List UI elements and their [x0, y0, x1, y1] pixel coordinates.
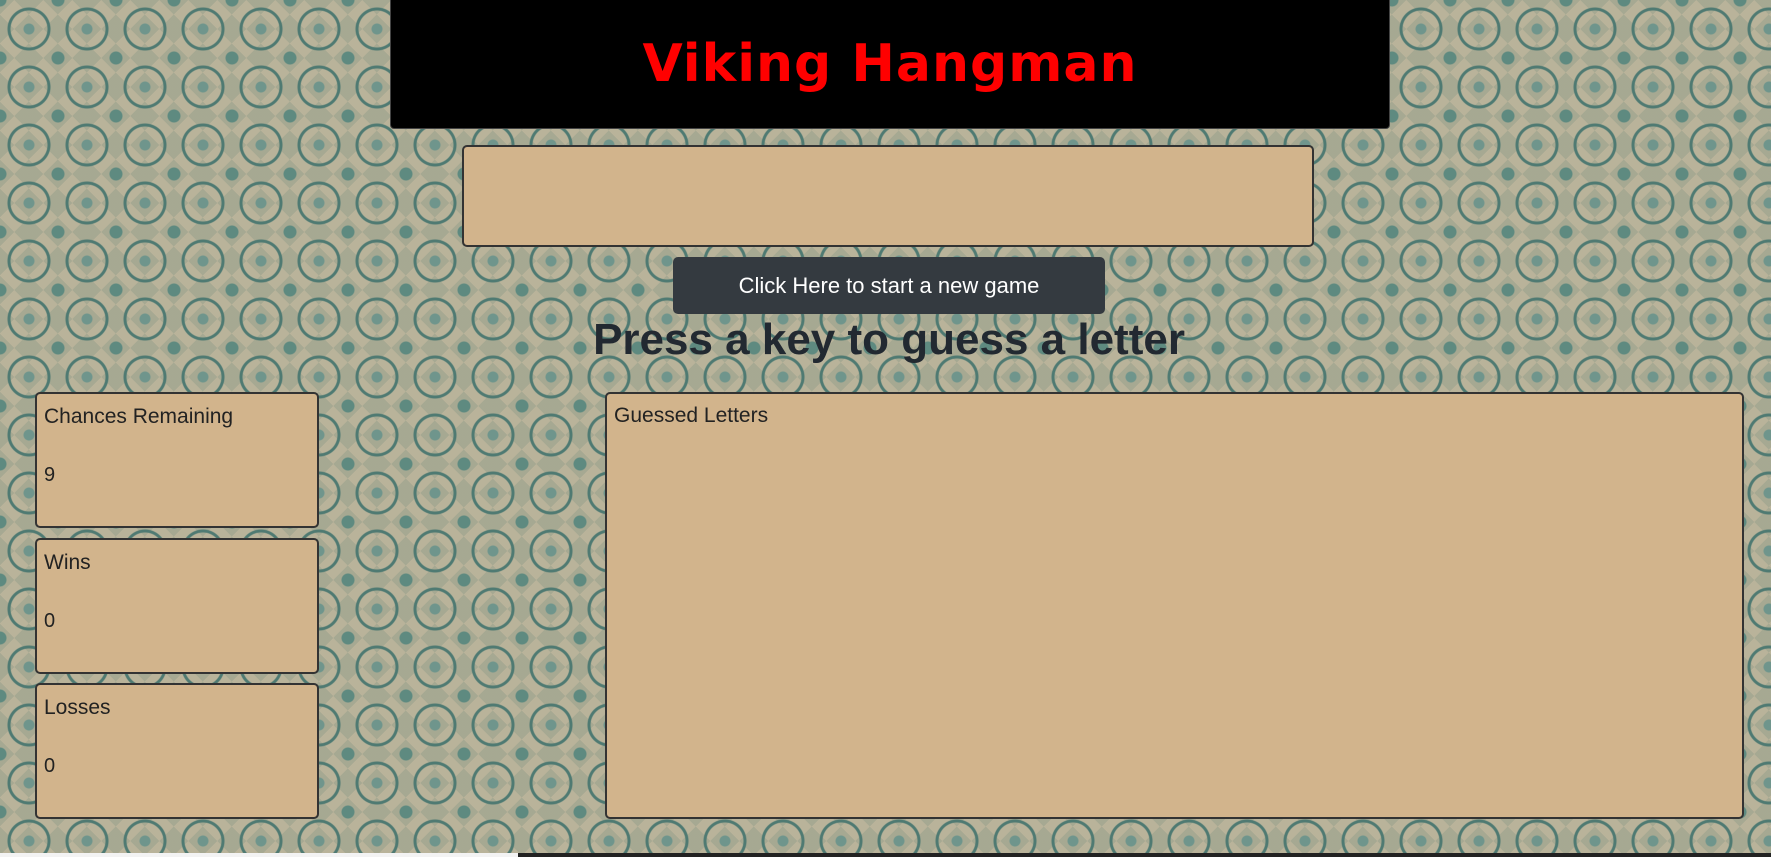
new-game-button[interactable]: Click Here to start a new game — [673, 257, 1105, 314]
chances-remaining-value: 9 — [44, 464, 56, 486]
losses-panel: Losses 0 — [35, 683, 319, 819]
guessed-letters-label: Guessed Letters — [614, 404, 769, 427]
losses-value: 0 — [44, 755, 56, 777]
page-bottom-edge — [0, 853, 1771, 857]
wins-panel: Wins 0 — [35, 538, 319, 674]
chances-remaining-label: Chances Remaining — [44, 405, 234, 428]
guess-prompt: Press a key to guess a letter — [593, 315, 1185, 364]
current-word-display — [462, 145, 1314, 247]
header-banner: Viking Hangman — [390, 0, 1390, 129]
guessed-letters-panel: Guessed Letters — [605, 392, 1744, 819]
page-title: Viking Hangman — [642, 34, 1138, 94]
wins-value: 0 — [44, 610, 56, 632]
wins-label: Wins — [44, 551, 91, 574]
chances-remaining-panel: Chances Remaining 9 — [35, 392, 319, 528]
losses-label: Losses — [44, 696, 111, 719]
